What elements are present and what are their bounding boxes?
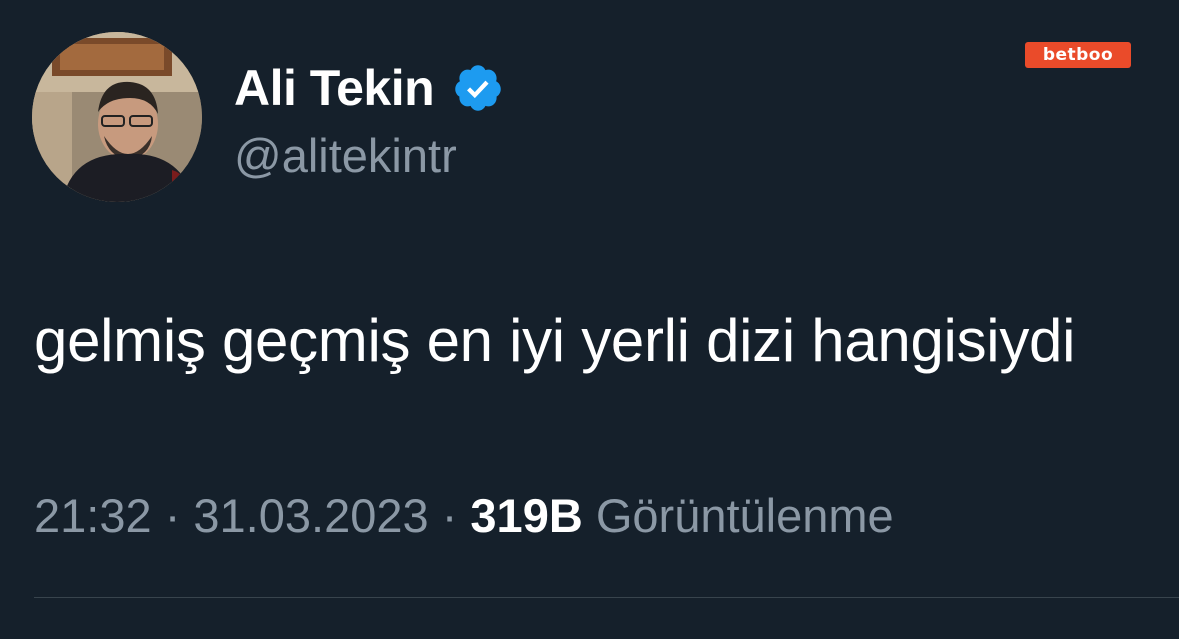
author-handle[interactable]: @alitekintr	[234, 128, 457, 183]
author-display-name[interactable]: Ali Tekin	[234, 59, 435, 117]
divider	[34, 597, 1179, 598]
watermark-logo: betboo	[1025, 42, 1131, 68]
views-count[interactable]: 319B	[470, 489, 582, 542]
tweet-time[interactable]: 21:32	[34, 489, 152, 542]
avatar[interactable]	[32, 32, 202, 202]
views-label: Görüntülenme	[595, 489, 894, 542]
tweet-meta: 21:32 · 31.03.2023 · 319B Görüntülenme	[34, 488, 894, 543]
meta-separator: ·	[441, 489, 458, 542]
author-name-row: Ali Tekin	[234, 58, 504, 118]
avatar-photo	[32, 32, 202, 202]
tweet-date[interactable]: 31.03.2023	[193, 489, 428, 542]
meta-separator: ·	[164, 489, 181, 542]
tweet-text: gelmiş geçmiş en iyi yerli dizi hangisiy…	[34, 307, 1076, 374]
verified-badge-icon	[452, 62, 504, 114]
